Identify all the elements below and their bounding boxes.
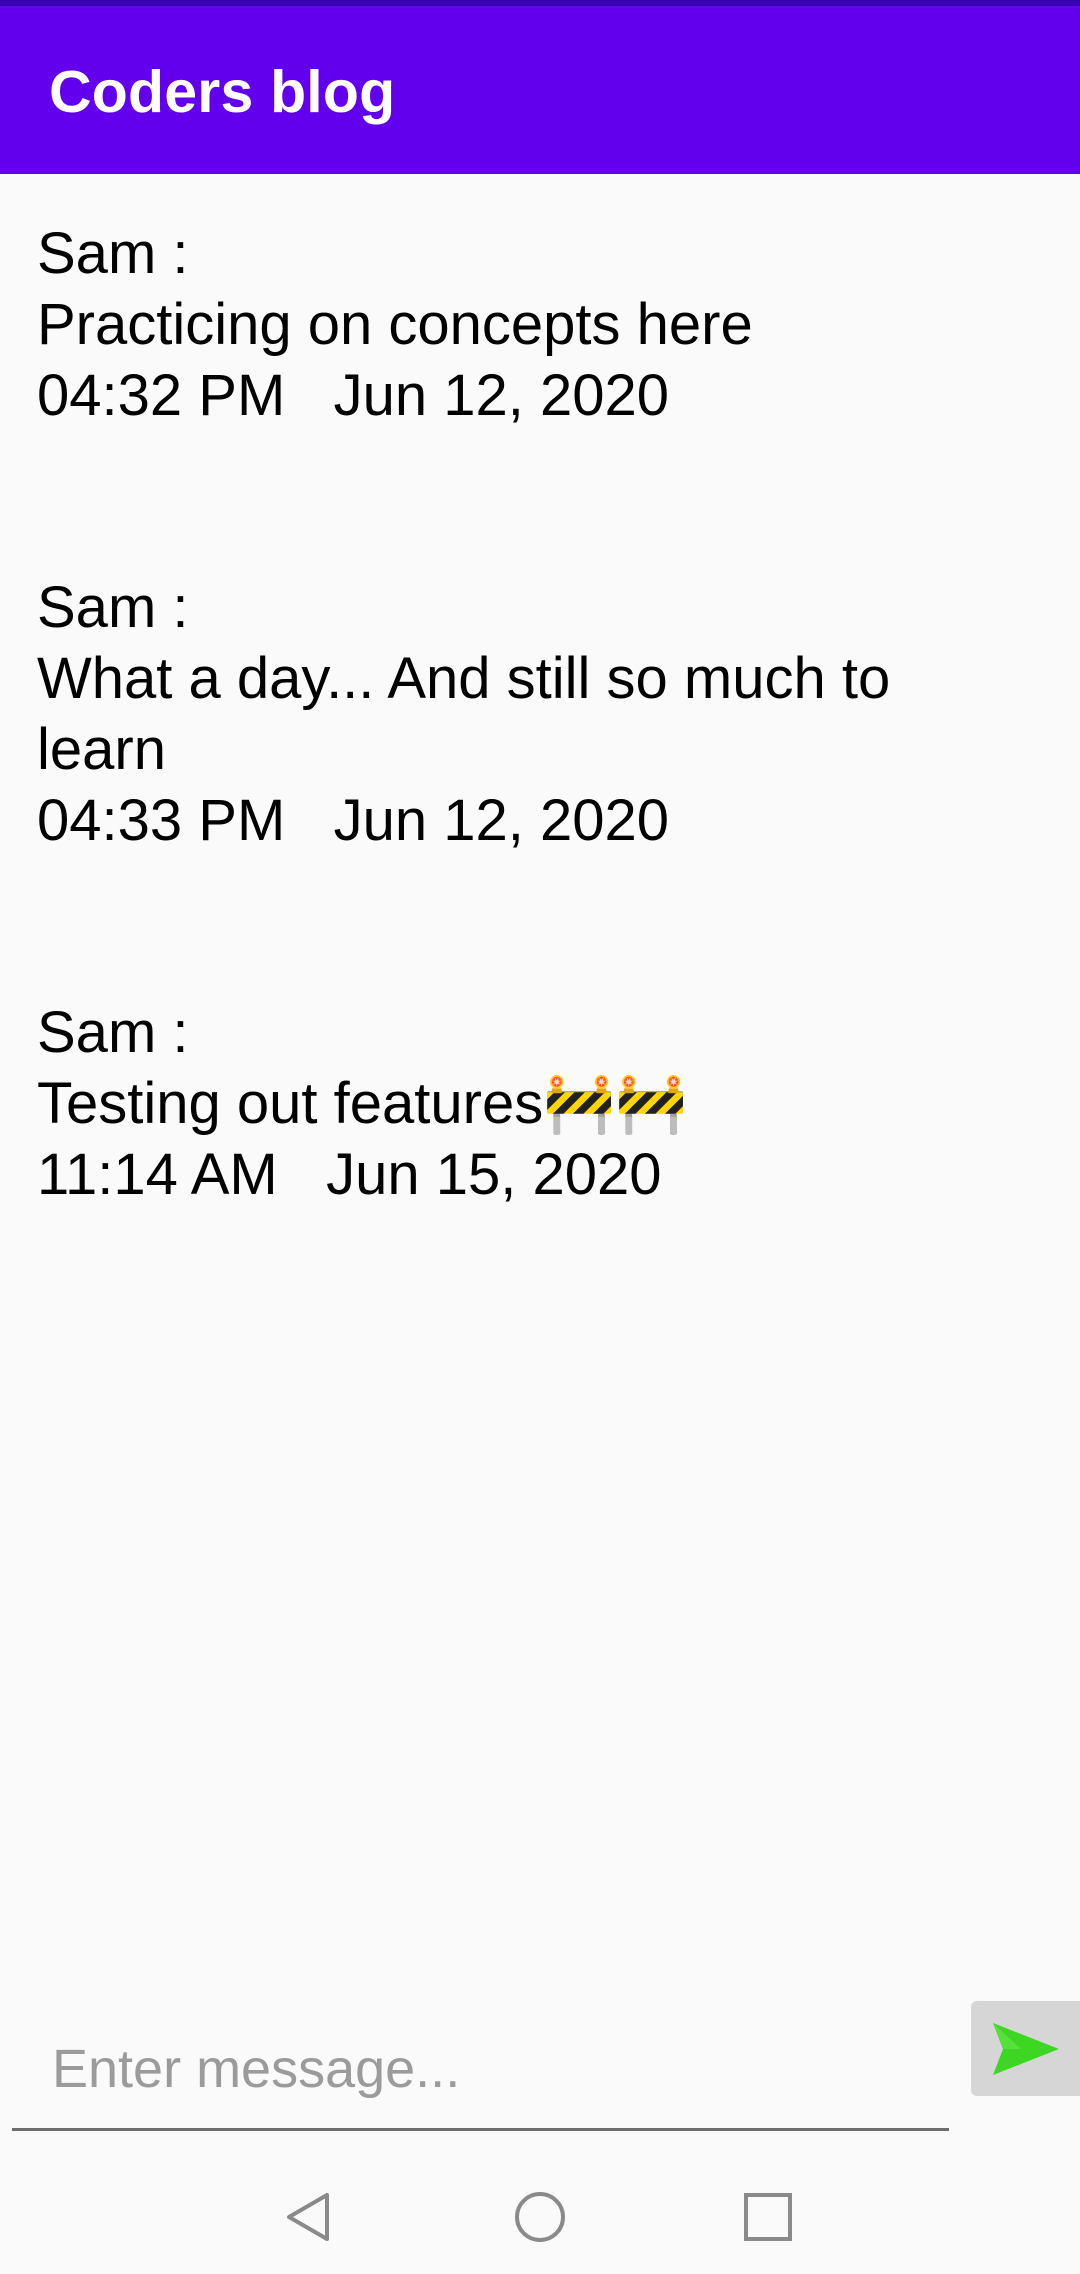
nav-back-button[interactable]	[274, 2182, 344, 2252]
message-text: Testing out features🚧🚧	[37, 1071, 688, 1136]
app-title: Coders blog	[49, 59, 396, 125]
message-input[interactable]	[12, 2010, 949, 2131]
send-button[interactable]	[971, 2001, 1080, 2096]
message-timestamp: 11:14 AM Jun 15, 2020	[37, 1142, 662, 1207]
message-sender: Sam :	[37, 575, 189, 640]
send-icon	[992, 2022, 1059, 2075]
app-bar: Coders blog	[0, 0, 1080, 174]
system-nav-bar	[0, 2160, 1080, 2274]
message-timestamp: 04:33 PM Jun 12, 2020	[37, 788, 669, 853]
message-item: Sam : What a day... And still so much to…	[37, 572, 937, 856]
nav-recents-button[interactable]	[733, 2182, 803, 2252]
message-sender: Sam :	[37, 1000, 189, 1065]
message-text: Practicing on concepts here	[37, 292, 753, 357]
app-screen: Coders blog Sam : Practicing on concepts…	[0, 0, 1080, 2274]
nav-home-button[interactable]	[505, 2182, 575, 2252]
message-text: What a day... And still so much to learn	[37, 646, 907, 782]
home-circle-icon	[515, 2192, 565, 2242]
message-timestamp: 04:32 PM Jun 12, 2020	[37, 363, 669, 428]
recents-square-icon	[744, 2193, 792, 2241]
message-item: Sam : Testing out features🚧🚧 11:14 AM Ju…	[37, 997, 1037, 1210]
message-sender: Sam :	[37, 221, 189, 286]
message-item: Sam : Practicing on concepts here 04:32 …	[37, 218, 1037, 431]
back-triangle-icon	[287, 2193, 329, 2241]
